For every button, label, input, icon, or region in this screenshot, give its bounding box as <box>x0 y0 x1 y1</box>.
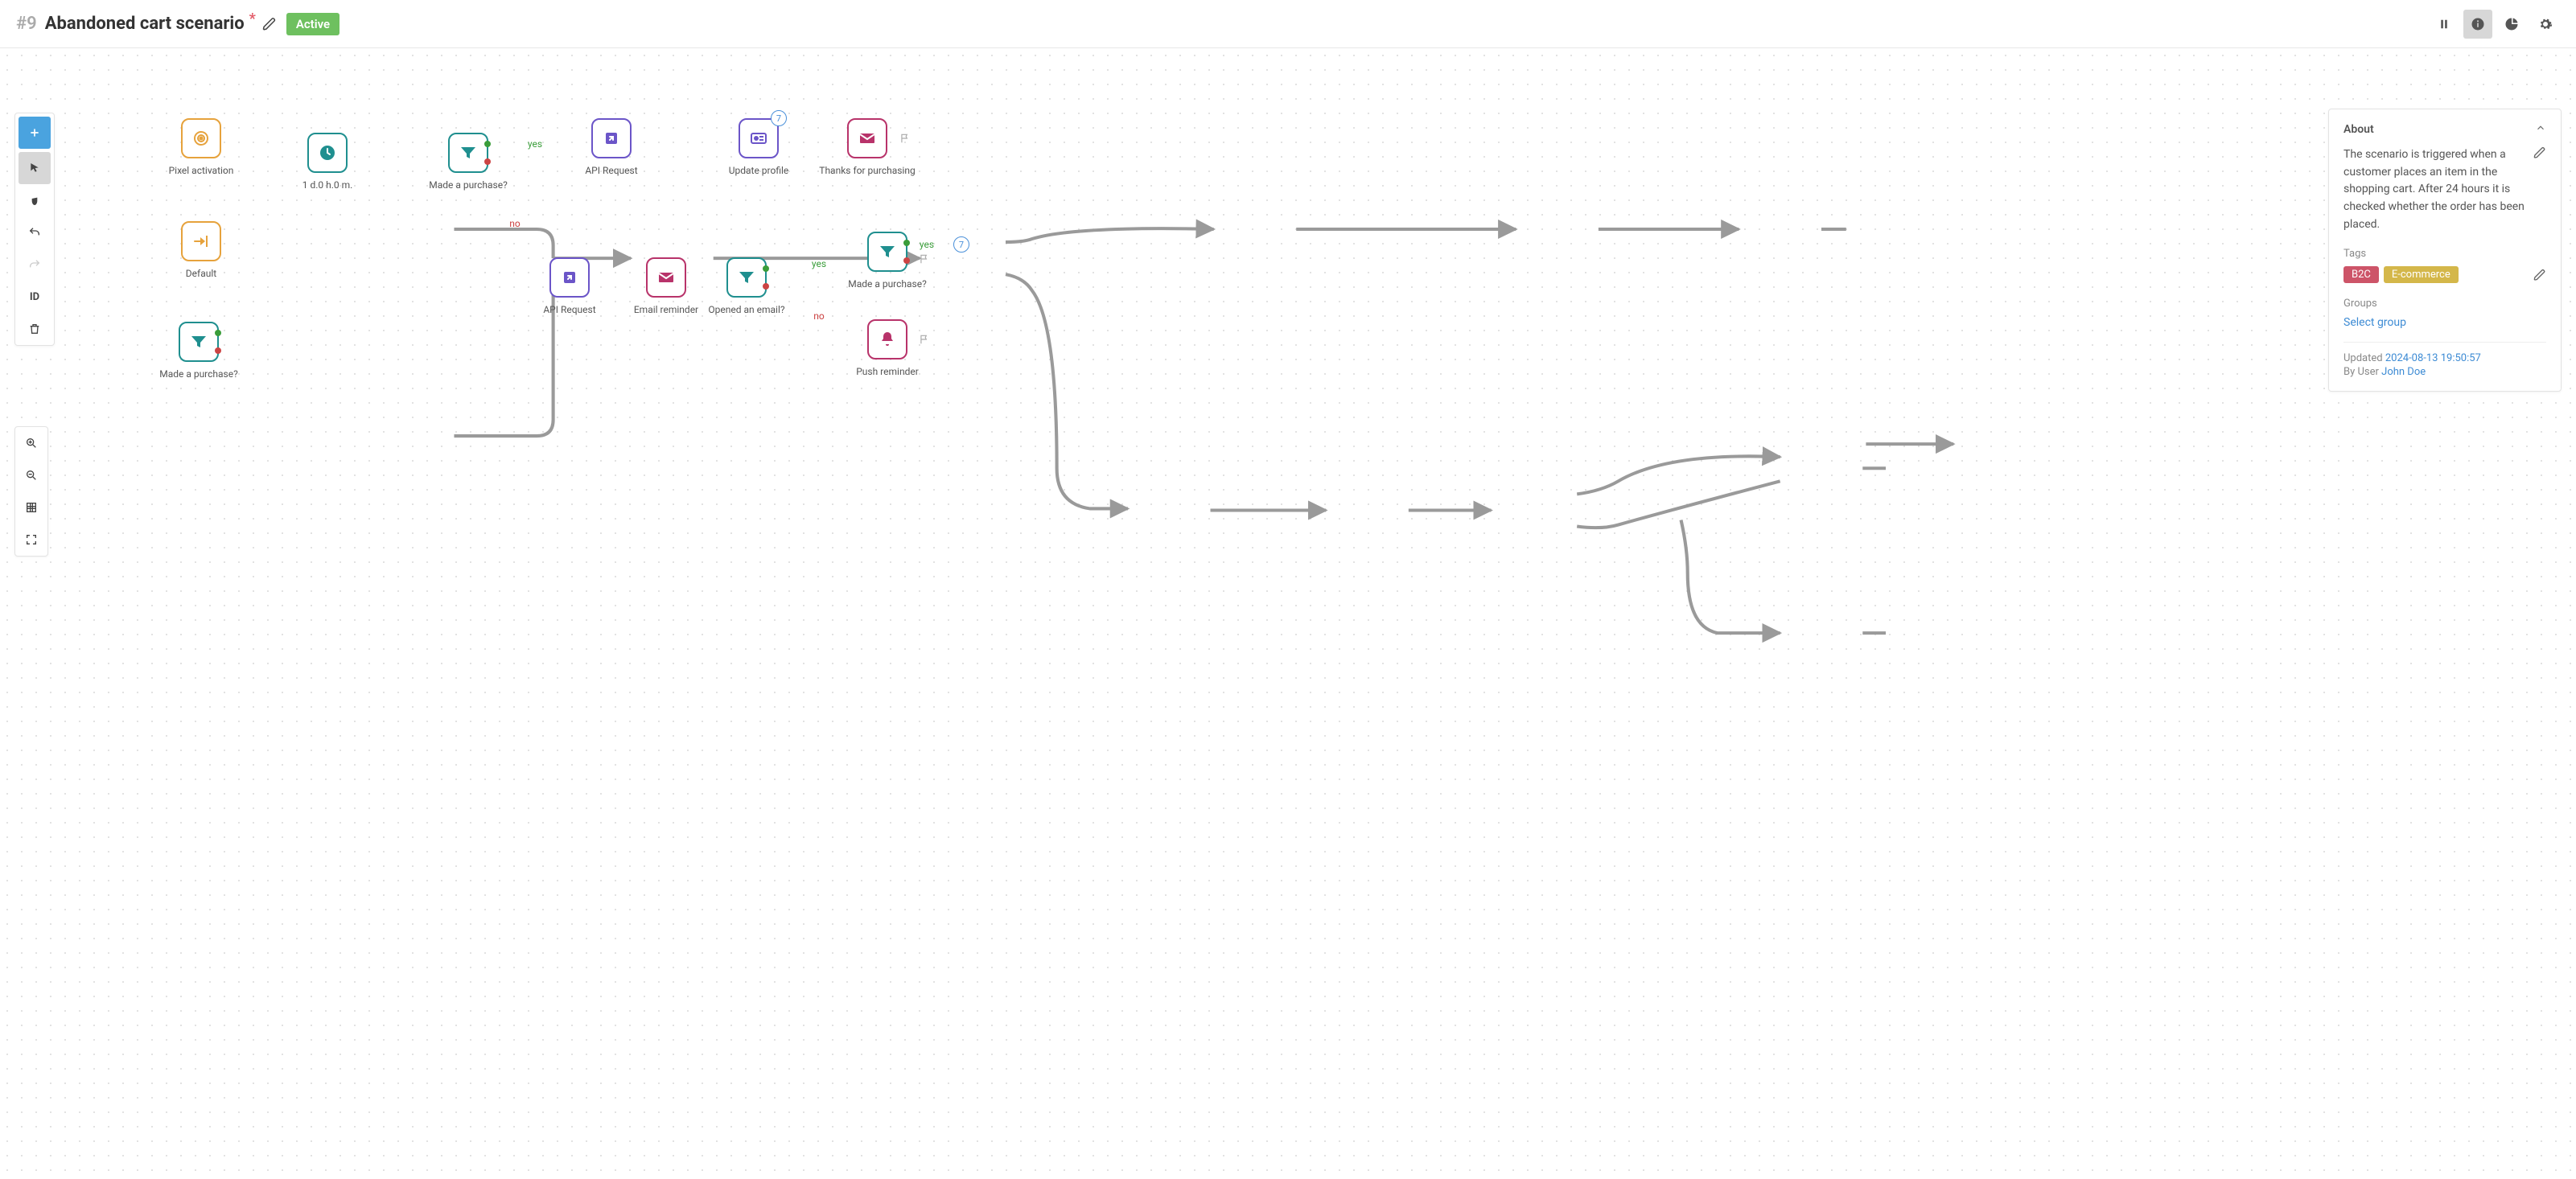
node-api-top[interactable]: API Request <box>591 118 632 158</box>
node-push-reminder[interactable]: Push reminder <box>867 319 907 359</box>
add-button[interactable] <box>19 117 51 149</box>
node-label: Thanks for purchasing <box>819 165 915 176</box>
tag-b2c[interactable]: B2C <box>2344 266 2379 283</box>
node-email-reminder[interactable]: Email reminder <box>646 257 686 298</box>
groups-heading: Groups <box>2344 298 2546 310</box>
port-yes-icon <box>903 240 910 246</box>
node-label: Made a purchase? <box>159 368 238 380</box>
unsaved-indicator: * <box>249 10 256 27</box>
node-label: Made a purchase? <box>429 179 508 191</box>
header-bar: #9 Abandoned cart scenario * Active <box>0 0 2576 48</box>
show-ids-button[interactable]: ID <box>19 281 51 313</box>
port-no-icon <box>903 257 910 264</box>
port-yes-icon <box>763 265 769 272</box>
node-label: API Request <box>585 165 637 176</box>
canvas-area: yes no yes yes no Pixel activation Defau… <box>0 48 2576 1179</box>
select-tool[interactable] <box>19 152 51 184</box>
port-yes-icon <box>215 330 221 336</box>
tag-ecommerce[interactable]: E-commerce <box>2384 266 2459 283</box>
node-orphan-filter[interactable]: Made a purchase? <box>179 322 219 362</box>
select-group-link[interactable]: Select group <box>2344 316 2546 329</box>
node-default-trigger[interactable]: Default <box>181 221 221 261</box>
collapse-icon[interactable] <box>2535 122 2546 137</box>
node-filter-right[interactable]: Made a purchase? <box>867 232 907 272</box>
undo-button[interactable] <box>19 216 51 249</box>
node-thanks-email[interactable]: Thanks for purchasing <box>847 118 887 158</box>
edge-label-right-yes: yes <box>920 239 934 250</box>
node-update-profile[interactable]: 7 Update profile <box>739 118 779 158</box>
delete-button[interactable] <box>19 313 51 345</box>
port-no-icon <box>215 347 221 354</box>
goto-reference[interactable]: 7 <box>953 236 969 253</box>
port-no-icon <box>484 158 491 165</box>
tags-heading: Tags <box>2344 248 2546 260</box>
flag-icon <box>919 334 930 345</box>
updated-label: Updated <box>2344 352 2385 364</box>
node-label: Opened an email? <box>708 304 784 315</box>
about-description: The scenario is triggered when a custome… <box>2344 146 2525 233</box>
edge-label-no: no <box>509 218 520 229</box>
byuser-name[interactable]: John Doe <box>2381 366 2426 378</box>
node-label: Email reminder <box>634 304 698 315</box>
updated-time[interactable]: 2024-08-13 19:50:57 <box>2385 352 2481 364</box>
pencil-icon[interactable] <box>2533 269 2546 281</box>
node-label: API Request <box>543 304 595 315</box>
about-panel: About The scenario is triggered when a c… <box>2328 109 2562 392</box>
edge-label-right-no: no <box>813 310 824 322</box>
port-no-icon <box>763 283 769 290</box>
node-label: Pixel activation <box>169 165 234 176</box>
status-badge[interactable]: Active <box>286 13 339 35</box>
redo-button[interactable] <box>19 249 51 281</box>
pencil-icon[interactable] <box>262 17 277 31</box>
settings-button[interactable] <box>2531 10 2560 39</box>
grid-button[interactable] <box>15 491 47 524</box>
pan-tool[interactable] <box>19 184 51 216</box>
byuser-label: By User <box>2344 366 2381 378</box>
node-delay[interactable]: 1 d.0 h.0 m. <box>307 133 348 173</box>
stats-button[interactable] <box>2497 10 2526 39</box>
divider <box>2344 342 2546 343</box>
zoom-in-button[interactable] <box>15 427 47 459</box>
pencil-icon[interactable] <box>2533 146 2546 159</box>
node-label: Push reminder <box>856 366 919 377</box>
port-yes-icon <box>484 141 491 147</box>
scenario-id: #9 <box>16 14 37 34</box>
node-label: Default <box>186 268 216 279</box>
about-heading: About <box>2344 123 2374 136</box>
node-label: Update profile <box>729 165 789 176</box>
scenario-title: Abandoned cart scenario <box>45 14 245 34</box>
flag-icon <box>919 253 930 265</box>
connector-layer <box>0 48 2576 1179</box>
tool-panel-main: ID <box>14 113 55 346</box>
info-button[interactable] <box>2463 10 2492 39</box>
node-pixel-activation[interactable]: Pixel activation <box>181 118 221 158</box>
badge-count: 7 <box>771 110 787 126</box>
fullscreen-button[interactable] <box>15 524 47 556</box>
node-label: 1 d.0 h.0 m. <box>302 179 353 191</box>
node-filter-main[interactable]: Made a purchase? <box>448 133 488 173</box>
flag-icon <box>899 133 911 144</box>
node-opened-filter[interactable]: Opened an email? <box>726 257 767 298</box>
node-label: Made a purchase? <box>848 278 927 290</box>
node-api-bottom[interactable]: API Request <box>549 257 590 298</box>
pause-button[interactable] <box>2430 10 2459 39</box>
edge-label-opened-yes: yes <box>812 258 826 269</box>
zoom-out-button[interactable] <box>15 459 47 491</box>
edge-label-yes: yes <box>528 138 542 150</box>
tool-panel-zoom <box>14 426 48 557</box>
